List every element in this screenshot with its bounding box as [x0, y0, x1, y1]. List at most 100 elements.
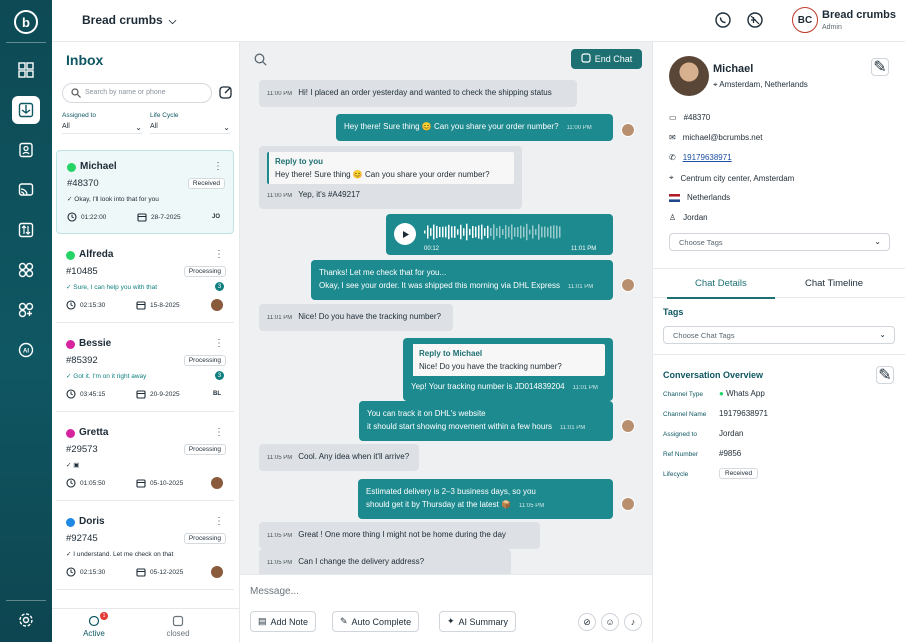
audio-duration: 00:12 — [424, 246, 440, 252]
waveform-bar — [454, 226, 456, 238]
waveform-bar — [451, 226, 453, 238]
message-input[interactable]: Message... — [250, 586, 299, 597]
edit-contact-button[interactable]: ✎ — [871, 58, 889, 76]
more-options-icon[interactable]: ⋮ — [214, 249, 224, 260]
attachment-icon[interactable]: ⊘ — [578, 613, 596, 631]
svg-text:AI: AI — [23, 349, 29, 355]
contact-id-row: ▭ #48370 — [669, 113, 710, 122]
waveform-bar — [544, 226, 546, 238]
ai-summary-button[interactable]: ✦ AI Summary — [439, 611, 517, 632]
edit-overview-button[interactable]: ✎ — [876, 366, 894, 384]
message-time: 11:01 PM — [568, 284, 594, 290]
search-icon[interactable] — [254, 53, 267, 71]
tab-active[interactable]: 1 Active — [64, 612, 124, 638]
microphone-icon[interactable]: ♪ — [624, 613, 642, 631]
tab-closed[interactable]: closed — [148, 615, 208, 638]
tab-chat-timeline[interactable]: Chat Timeline — [805, 278, 863, 289]
contact-agent-row: ♙ Jordan — [669, 213, 708, 222]
dashboard-icon[interactable] — [12, 56, 40, 84]
filter-lifecycle-value: All — [150, 123, 158, 130]
conversation-item[interactable]: Alfreda ⋮ #10485 Processing ✓ Sure, I can he… — [56, 239, 234, 323]
new-message-icon[interactable] — [219, 85, 233, 99]
location-pin-icon: ⌖ — [669, 173, 674, 182]
inbox-search-input[interactable]: Search by name or phone — [62, 83, 212, 103]
conversation-duration: 02:15:30 — [80, 569, 106, 576]
play-icon[interactable] — [394, 223, 416, 245]
filter-assigned-value: All — [62, 123, 70, 130]
conversation-date: 20-9-2025 — [150, 391, 180, 398]
filter-assigned-label: Assigned to — [62, 112, 96, 119]
filter-assigned-select[interactable]: All ⌄ — [62, 123, 142, 134]
ai-icon[interactable]: AI — [12, 336, 40, 364]
settings-icon[interactable] — [12, 606, 40, 634]
inbox-icon[interactable] — [12, 96, 40, 124]
contacts-icon[interactable] — [12, 136, 40, 164]
contact-tags-select[interactable]: Choose Tags ⌄ — [669, 233, 890, 251]
breadcrumb[interactable]: Bread crumbs ⌵ — [82, 13, 176, 27]
conversation-preview: ✓ Okay, I'll look into that for you — [67, 195, 159, 203]
conversation-item[interactable]: Bessie ⋮ #85392 Processing ✓ Got it. I'm on … — [56, 328, 234, 412]
filter-lifecycle-select[interactable]: All ⌄ — [150, 123, 230, 134]
audio-waveform[interactable] — [424, 221, 564, 243]
contact-address: Centrum city center, Amsterdam — [680, 173, 795, 183]
end-chat-label: End Chat — [594, 54, 633, 64]
contact-id: #48370 — [683, 113, 711, 122]
waveform-bar — [448, 224, 450, 240]
agent-avatar — [210, 476, 224, 490]
conversation-duration: 01:05:50 — [80, 480, 106, 487]
message-outgoing: Hey there! Sure thing 😊 Can you share yo… — [336, 114, 613, 141]
agent-avatar: BL — [213, 391, 221, 397]
calendar-icon — [137, 212, 147, 224]
wand-icon: ✎ — [340, 616, 348, 626]
overview-lifecycle: Received — [719, 468, 759, 479]
overview-key: Assigned to — [663, 431, 697, 438]
filter-lifecycle-label: Life Cycle — [150, 112, 179, 119]
transfer-icon[interactable] — [12, 216, 40, 244]
mail-icon: ✉ — [669, 133, 676, 142]
app-logo[interactable]: b — [14, 10, 38, 34]
end-chat-icon — [581, 53, 591, 65]
waveform-bar — [493, 224, 495, 240]
integrations-icon[interactable] — [12, 296, 40, 324]
pencil-icon: ✎ — [873, 59, 887, 76]
whatsapp-icon — [66, 251, 75, 260]
user-role: Admin — [822, 24, 842, 31]
more-options-icon[interactable]: ⋮ — [214, 427, 224, 438]
search-icon — [71, 88, 81, 100]
add-note-button[interactable]: ▤ Add Note — [250, 611, 317, 632]
waveform-bar — [496, 227, 498, 237]
more-options-icon[interactable]: ⋮ — [213, 161, 223, 172]
tab-chat-details[interactable]: Chat Details — [695, 278, 747, 289]
top-bar: Bread crumbs ⌵ BC Bread crumbs Admin — [52, 0, 905, 42]
whatsapp-icon[interactable] — [714, 11, 734, 31]
reply-text: Nice! Do you have the tracking number? — [419, 362, 562, 371]
waveform-bar — [445, 226, 447, 238]
conversation-preview-text: Okay, I'll look into that for you — [74, 196, 159, 203]
user-avatar[interactable]: BC — [792, 7, 818, 33]
unread-count: 3 — [215, 371, 224, 380]
contact-email[interactable]: michael@bcrumbs.net — [683, 133, 763, 142]
end-chat-button[interactable]: End Chat — [571, 49, 642, 69]
conversation-item[interactable]: Doris ⋮ #92745 Processing ✓ I understand. Le… — [56, 506, 234, 590]
waveform-bar — [550, 225, 552, 239]
conversation-id: #48370 — [67, 178, 99, 189]
message-text: Yep, it's #A49217 — [298, 190, 360, 199]
apps-icon[interactable] — [12, 256, 40, 284]
conversation-item[interactable]: Gretta ⋮ #29573 Processing ✓ ▣ 01:05:50 05-10-… — [56, 417, 234, 501]
conversation-date: 05-12-2025 — [150, 569, 184, 576]
chat-tags-select[interactable]: Choose Chat Tags ⌄ — [663, 326, 895, 344]
contact-phone[interactable]: 19179638971 — [683, 153, 732, 162]
more-options-icon[interactable]: ⋮ — [214, 516, 224, 527]
more-options-icon[interactable]: ⋮ — [214, 338, 224, 349]
message-incoming: 11:05 PM Cool. Any idea when it'll arrive… — [259, 444, 419, 471]
emoji-icon[interactable]: ☺ — [601, 613, 619, 631]
conversation-preview-text: Got it. I'm on it right away — [73, 373, 147, 380]
auto-complete-button[interactable]: ✎ Auto Complete — [332, 611, 420, 632]
conversation-item[interactable]: Michael ⋮ #48370 Received ✓ Okay, I'll look … — [56, 150, 234, 234]
message-text: Nice! Do you have the tracking number? — [298, 312, 441, 321]
message-text: Estimated delivery is 2–3 business days,… — [366, 487, 536, 496]
broadcast-icon[interactable] — [12, 176, 40, 204]
clock-icon — [66, 389, 76, 401]
waveform-bar — [436, 225, 438, 239]
translate-icon[interactable] — [746, 11, 766, 31]
